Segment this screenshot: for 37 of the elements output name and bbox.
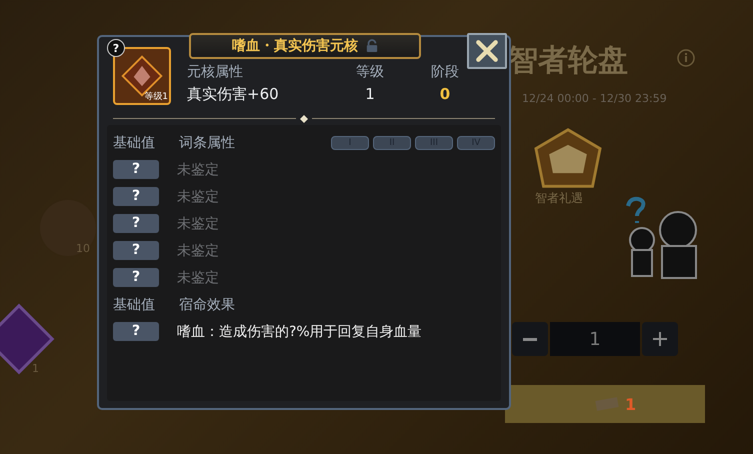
quantity-field[interactable]: 1: [550, 322, 640, 356]
destiny-effect-text: 嗜血：造成伤害的?%用于回复自身血量: [177, 322, 422, 340]
reward-label: 智者礼遇: [535, 190, 583, 207]
column-heading: 基础值: [113, 296, 156, 314]
padlock-icon[interactable]: [366, 39, 378, 53]
base-value-badge: ?: [113, 160, 159, 179]
core-level: 等级1: [144, 90, 168, 103]
close-button[interactable]: [467, 33, 507, 69]
affix-text: 未鉴定: [177, 188, 219, 206]
stat-heading: 等级: [355, 63, 385, 82]
event-date-range: 12/24 00:00 - 12/30 23:59: [522, 92, 667, 105]
base-value-badge: ?: [113, 241, 159, 260]
base-value-badge: ?: [113, 187, 159, 206]
event-title: 智者轮盘: [508, 42, 628, 80]
stat-heading: 阶段: [430, 63, 460, 82]
base-value-badge: ?: [113, 322, 159, 341]
plus-icon: [650, 329, 670, 349]
plus-button[interactable]: [642, 322, 678, 356]
affix-text: 未鉴定: [177, 242, 219, 260]
affix-text: 未鉴定: [177, 160, 219, 178]
affix-text: 未鉴定: [177, 214, 219, 232]
stat-value: 0: [438, 85, 452, 105]
base-value-badge: ?: [113, 214, 159, 233]
cost-amount: 1: [625, 394, 636, 414]
affix-text: 未鉴定: [177, 268, 219, 286]
column-heading: 基础值: [113, 134, 156, 152]
column-heading: 宿命效果: [179, 296, 235, 314]
help-badge[interactable]: ?: [107, 39, 125, 57]
close-icon: [474, 38, 500, 64]
column-heading: 词条属性: [179, 134, 235, 152]
minus-button[interactable]: [512, 322, 548, 356]
stat-heading: 元核属性: [187, 63, 244, 82]
panel-title: 嗜血・真实伤害元核: [232, 37, 358, 55]
minus-icon: [522, 338, 538, 340]
base-value-badge: ?: [113, 268, 159, 287]
stat-value: 1: [364, 85, 376, 105]
stat-value: 真实伤害+60: [187, 85, 280, 105]
